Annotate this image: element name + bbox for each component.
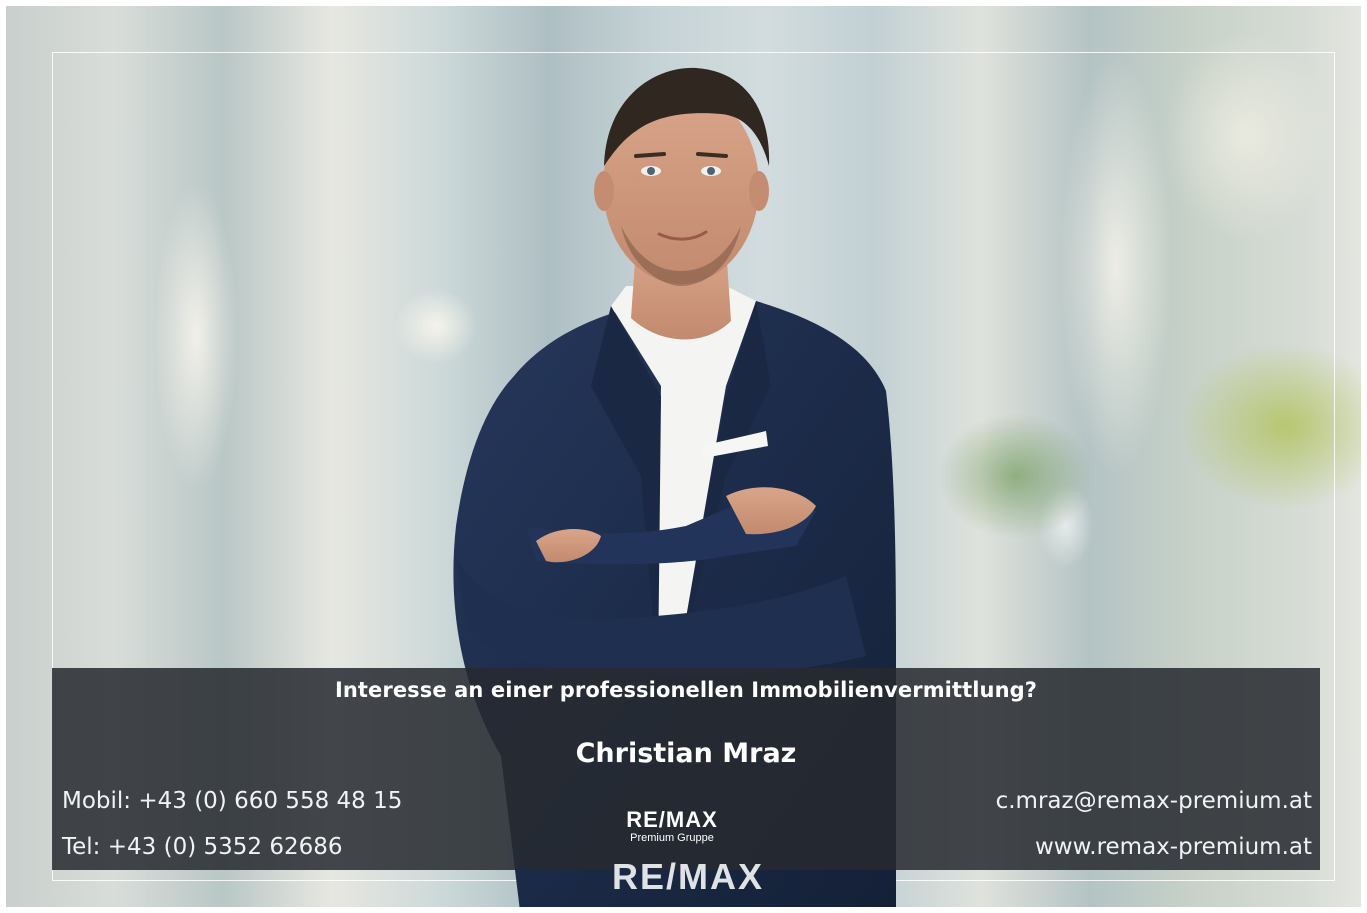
remax-wordmark: RE/MAX [626, 807, 718, 832]
remax-logo-large: RE/MAX [611, 856, 764, 897]
email-link[interactable]: c.mraz@remax-premium.at [996, 788, 1312, 814]
mobile-phone[interactable]: Mobil: +43 (0) 660 558 48 15 [62, 788, 402, 814]
contact-panel: Interesse an einer professionellen Immob… [52, 668, 1320, 870]
remax-tagline: Premium Gruppe [630, 832, 714, 844]
headline: Interesse an einer professionellen Immob… [334, 678, 1038, 702]
website-link[interactable]: www.remax-premium.at [1035, 834, 1312, 860]
agent-name: Christian Mraz [575, 738, 797, 769]
telephone[interactable]: Tel: +43 (0) 5352 62686 [62, 834, 343, 860]
remax-premium-logo: RE/MAX Premium Gruppe [622, 807, 722, 845]
